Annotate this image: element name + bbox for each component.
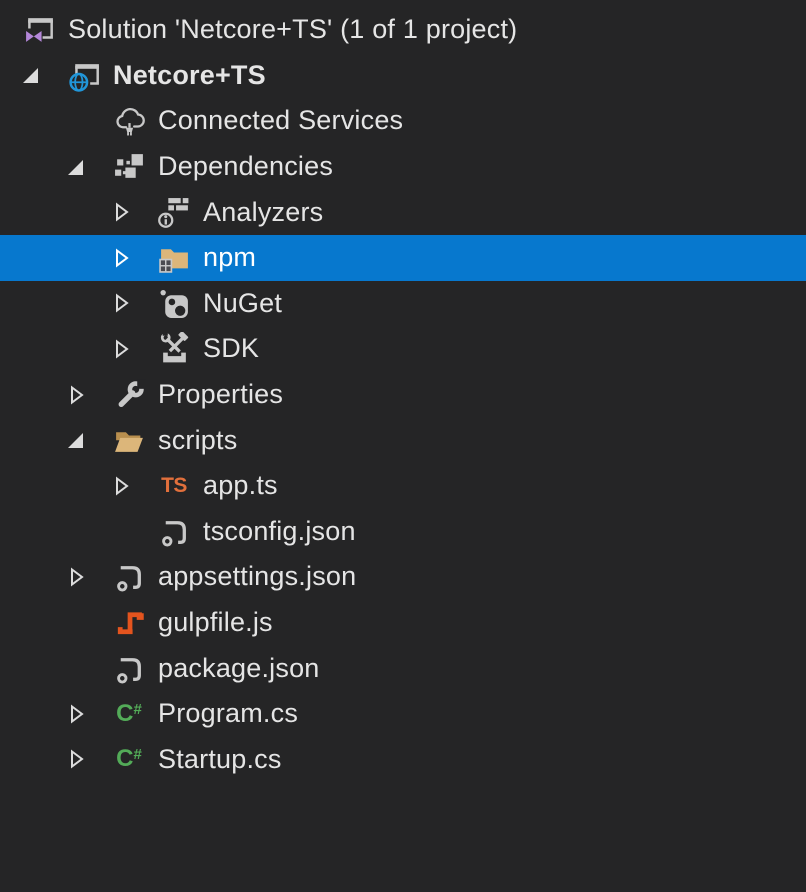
tree-item-startup-cs[interactable]: C# Startup.cs — [0, 737, 806, 783]
tree-item-label: tsconfig.json — [203, 518, 356, 545]
tree-item-label: app.ts — [203, 472, 278, 499]
tree-item-scripts[interactable]: scripts — [0, 417, 806, 463]
tree-item-label: Program.cs — [158, 700, 298, 727]
sdk-icon — [157, 332, 191, 366]
csharp-icon: C# — [112, 742, 146, 776]
tree-item-dependencies[interactable]: Dependencies — [0, 144, 806, 190]
arrow-spacer — [66, 600, 112, 646]
tree-item-label: Solution 'Netcore+TS' (1 of 1 project) — [68, 16, 517, 43]
collapse-arrow-icon[interactable] — [66, 691, 112, 737]
npm-folder-icon — [157, 241, 191, 275]
tree-item-nuget[interactable]: NuGet — [0, 281, 806, 327]
tree-item-label: npm — [203, 244, 256, 271]
js-file-icon — [112, 606, 146, 640]
tree-item-analyzers[interactable]: Analyzers — [0, 189, 806, 235]
arrow-spacer — [0, 7, 22, 53]
tree-item-label: package.json — [158, 655, 320, 682]
tree-item-gulpfile-js[interactable]: gulpfile.js — [0, 600, 806, 646]
tree-item-label: NuGet — [203, 290, 282, 317]
arrow-spacer — [66, 98, 112, 144]
arrow-spacer — [66, 645, 112, 691]
arrow-spacer — [111, 509, 157, 555]
expand-arrow-icon[interactable] — [66, 417, 112, 463]
collapse-arrow-icon[interactable] — [111, 326, 157, 372]
collapse-arrow-icon[interactable] — [111, 463, 157, 509]
collapse-arrow-icon[interactable] — [66, 554, 112, 600]
solution-explorer-panel: Solution 'Netcore+TS' (1 of 1 project) N… — [0, 0, 806, 892]
collapse-arrow-icon[interactable] — [111, 189, 157, 235]
json-file-icon — [112, 651, 146, 685]
tree-item-appsettings-json[interactable]: appsettings.json — [0, 554, 806, 600]
analyzers-icon — [157, 195, 191, 229]
tree-item-label: Startup.cs — [158, 746, 282, 773]
solution-icon — [22, 13, 56, 47]
tree-item-netcore-ts[interactable]: Netcore+TS — [0, 53, 806, 99]
dependencies-icon — [112, 150, 146, 184]
nuget-icon — [157, 286, 191, 320]
collapse-arrow-icon[interactable] — [111, 281, 157, 327]
tree-item-sdk[interactable]: SDK — [0, 326, 806, 372]
tree-item-label: Dependencies — [158, 153, 333, 180]
typescript-icon: TS — [157, 469, 191, 503]
tree-item-connected-services[interactable]: Connected Services — [0, 98, 806, 144]
tree-item-label: gulpfile.js — [158, 609, 273, 636]
json-file-icon — [157, 514, 191, 548]
tree-item-label: scripts — [158, 427, 237, 454]
expand-arrow-icon[interactable] — [21, 53, 67, 99]
tree-item-label: Properties — [158, 381, 283, 408]
collapse-arrow-icon[interactable] — [66, 737, 112, 783]
collapse-arrow-icon[interactable] — [111, 235, 157, 281]
tree-item-npm[interactable]: npm — [0, 235, 806, 281]
tree-item-label: appsettings.json — [158, 563, 356, 590]
tree-item-label: Analyzers — [203, 199, 323, 226]
project-web-icon — [67, 58, 101, 92]
csharp-icon: C# — [112, 697, 146, 731]
tree-item-label: Connected Services — [158, 107, 403, 134]
solution-explorer-tree: Solution 'Netcore+TS' (1 of 1 project) N… — [0, 7, 806, 782]
folder-open-icon — [112, 423, 146, 457]
tree-item-properties[interactable]: Properties — [0, 372, 806, 418]
expand-arrow-icon[interactable] — [66, 144, 112, 190]
tree-item-label: Netcore+TS — [113, 62, 266, 89]
tree-item-tsconfig-json[interactable]: tsconfig.json — [0, 509, 806, 555]
properties-wrench-icon — [112, 378, 146, 412]
tree-item-solution-netcore-ts-1-of-1-project[interactable]: Solution 'Netcore+TS' (1 of 1 project) — [0, 7, 806, 53]
tree-item-program-cs[interactable]: C# Program.cs — [0, 691, 806, 737]
json-file-icon — [112, 560, 146, 594]
tree-item-label: SDK — [203, 335, 259, 362]
collapse-arrow-icon[interactable] — [66, 372, 112, 418]
connected-services-icon — [112, 104, 146, 138]
tree-item-package-json[interactable]: package.json — [0, 645, 806, 691]
tree-item-app-ts[interactable]: TS app.ts — [0, 463, 806, 509]
